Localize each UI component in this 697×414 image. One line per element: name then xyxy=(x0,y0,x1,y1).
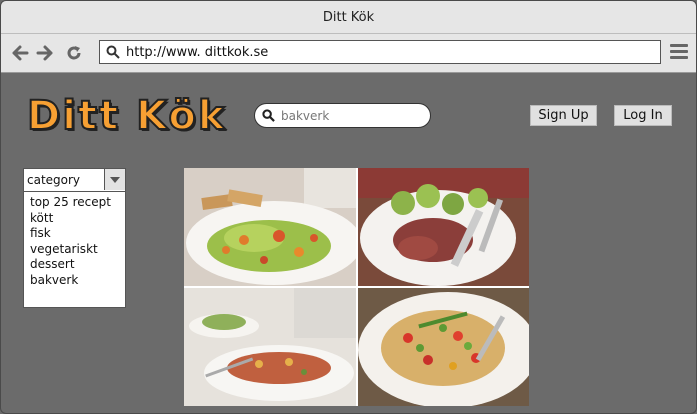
site-logo[interactable]: Ditt Kök xyxy=(26,92,226,140)
chevron-down-icon[interactable] xyxy=(104,169,125,190)
window-title: Ditt Kök xyxy=(1,1,696,34)
search-icon xyxy=(106,45,120,59)
reload-icon[interactable] xyxy=(65,44,83,62)
recipe-image-pasta[interactable] xyxy=(184,288,356,406)
category-item-kott[interactable]: kött xyxy=(30,211,125,227)
browser-toolbar: http://www. dittkok.se xyxy=(1,34,696,73)
recipe-image-vegetable-pasta[interactable] xyxy=(358,288,529,406)
category-item-dessert[interactable]: dessert xyxy=(30,257,125,273)
url-text: http://www. dittkok.se xyxy=(126,44,269,60)
category-menu: category top 25 recept kött fisk vegetar… xyxy=(23,168,126,308)
menu-icon[interactable] xyxy=(670,44,688,60)
recipe-gallery xyxy=(184,168,529,406)
browser-window: Ditt Kök http://www. dittkok.se Ditt Kök… xyxy=(0,0,697,414)
category-item-fisk[interactable]: fisk xyxy=(30,226,125,242)
address-bar[interactable]: http://www. dittkok.se xyxy=(99,40,661,64)
category-item-top-25[interactable]: top 25 recept xyxy=(30,195,125,211)
sign-up-button[interactable]: Sign Up xyxy=(530,105,597,126)
forward-arrow-icon[interactable] xyxy=(36,44,54,62)
recipe-search[interactable] xyxy=(254,103,431,128)
recipe-image-steak[interactable] xyxy=(358,168,529,286)
category-dropdown-label: category xyxy=(27,173,81,187)
category-item-vegetariskt[interactable]: vegetariskt xyxy=(30,242,125,258)
search-icon xyxy=(262,109,275,122)
log-in-button[interactable]: Log In xyxy=(614,105,672,126)
back-arrow-icon[interactable] xyxy=(11,44,29,62)
recipe-image-salad[interactable] xyxy=(184,168,356,286)
category-item-bakverk[interactable]: bakverk xyxy=(30,273,125,289)
category-dropdown[interactable]: category xyxy=(24,169,125,192)
category-list: top 25 recept kött fisk vegetariskt dess… xyxy=(24,192,125,288)
search-input[interactable] xyxy=(279,107,423,124)
